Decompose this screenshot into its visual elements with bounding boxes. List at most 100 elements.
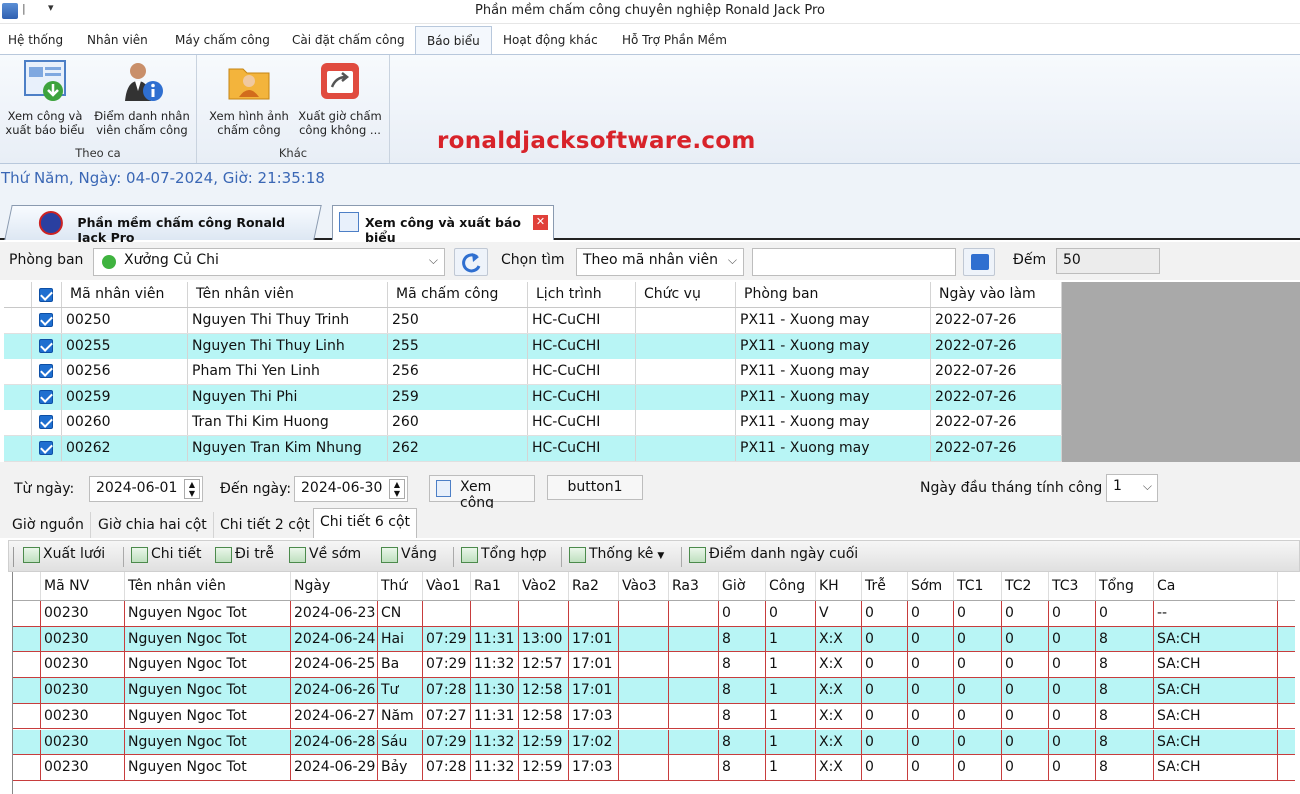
early-leave-button[interactable]: Về sớm [289, 546, 361, 563]
cell-date[interactable]: 2024-06-23 [291, 601, 378, 626]
menu-ho-tro-phan-mem[interactable]: Hỗ Trợ Phần Mềm [622, 33, 727, 47]
col-schedule[interactable]: Lịch trình [528, 282, 636, 307]
cell-employee-code[interactable]: 00250 [62, 308, 188, 333]
attendance-row[interactable]: 00230 Nguyen Ngoc Tot 2024-06-24 Hai 07:29 11… [13, 626, 1295, 653]
cell-in2[interactable]: 12:59 [519, 755, 569, 780]
cell-ot3[interactable]: 0 [1049, 703, 1096, 729]
row-select-cell[interactable] [32, 359, 62, 385]
cell-late[interactable]: 0 [862, 626, 908, 652]
statistics-dropdown[interactable]: Thống kê ▼ [569, 546, 664, 563]
cell-in1[interactable]: 07:28 [423, 755, 471, 780]
spinner-icon[interactable]: ▲ ▼ [389, 479, 405, 499]
tab-view-report[interactable]: Xem công và xuất báo biểu ✕ [332, 205, 554, 245]
row-checkbox[interactable] [39, 415, 53, 430]
cell-early[interactable]: 0 [908, 678, 954, 703]
cell-employee-name[interactable]: Tran Thi Kim Huong [188, 410, 388, 436]
cell-early[interactable]: 0 [908, 601, 954, 626]
view-attendance-report-button[interactable]: Xem công và xuất báo biểu [2, 59, 88, 137]
col-position[interactable]: Chức vụ [636, 282, 736, 307]
col-out1[interactable]: Ra1 [471, 572, 519, 600]
cell-late[interactable]: 0 [862, 729, 908, 755]
chevron-down-icon[interactable]: ⌵ [429, 253, 438, 268]
cell-position[interactable] [636, 410, 736, 436]
menu-may-cham-cong[interactable]: Máy chấm công [175, 33, 270, 47]
cell-ot3[interactable]: 0 [1049, 601, 1096, 626]
row-select-cell[interactable] [32, 308, 62, 333]
cell-employee-name[interactable]: Nguyen Thi Thuy Linh [188, 333, 388, 359]
cell-in1[interactable] [423, 601, 471, 626]
cell-weekday[interactable]: Bảy [378, 755, 423, 780]
cell-out3[interactable] [669, 652, 719, 678]
cell-code[interactable]: V [816, 601, 862, 626]
cell-out2[interactable]: 17:03 [569, 703, 619, 729]
employee-roll-call-button[interactable]: Điểm danh nhân viên chấm công [92, 59, 192, 137]
cell-ot1[interactable]: 0 [954, 601, 1002, 626]
cell-late[interactable]: 0 [862, 755, 908, 780]
row-header-cell[interactable] [4, 410, 32, 436]
cell-schedule[interactable]: HC-CuCHI [528, 359, 636, 385]
col-total[interactable]: Tổng [1096, 572, 1154, 600]
row-checkbox[interactable] [39, 364, 53, 379]
tab-home[interactable]: Phần mềm chấm công Ronald Jack Pro [4, 205, 322, 245]
absent-button[interactable]: Vắng [381, 546, 437, 563]
cell-total[interactable]: 8 [1096, 755, 1154, 780]
cell-ot1[interactable]: 0 [954, 729, 1002, 755]
col-employee-code[interactable]: Mã nhân viên [62, 282, 188, 307]
cell-name[interactable]: Nguyen Ngoc Tot [125, 626, 291, 652]
cell-in1[interactable]: 07:28 [423, 678, 471, 703]
cell-department[interactable]: PX11 - Xuong may [736, 308, 931, 333]
row-header-cell[interactable] [13, 626, 41, 652]
col-out3[interactable]: Ra3 [669, 572, 719, 600]
cell-date[interactable]: 2024-06-28 [291, 729, 378, 755]
cell-code[interactable]: X:X [816, 626, 862, 652]
cell-out2[interactable]: 17:01 [569, 652, 619, 678]
cell-position[interactable] [636, 308, 736, 333]
view-attendance-button[interactable]: Xem công [429, 475, 535, 511]
cell-weekday[interactable]: Năm [378, 703, 423, 729]
cell-in2[interactable]: 12:58 [519, 703, 569, 729]
cell-schedule[interactable]: HC-CuCHI [528, 308, 636, 333]
cell-ot3[interactable]: 0 [1049, 755, 1096, 780]
cell-name[interactable]: Nguyen Ngoc Tot [125, 729, 291, 755]
row-header-cell[interactable] [4, 359, 32, 385]
search-input[interactable] [752, 248, 956, 276]
cell-weekday[interactable]: Tư [378, 678, 423, 703]
cell-shift[interactable]: -- [1154, 601, 1278, 626]
cell-date[interactable]: 2024-06-27 [291, 703, 378, 729]
select-all-cell[interactable] [32, 282, 62, 307]
cell-code[interactable]: X:X [816, 729, 862, 755]
cell-shift[interactable]: SA:CH [1154, 678, 1278, 703]
col-workday[interactable]: Công [766, 572, 816, 600]
row-header-cell[interactable] [13, 652, 41, 678]
search-mode-select[interactable]: Theo mã nhân viên ⌵ [576, 248, 744, 276]
cell-code[interactable]: X:X [816, 678, 862, 703]
menu-bao-bieu[interactable]: Báo biểu [415, 26, 492, 55]
cell-out1[interactable]: 11:31 [471, 703, 519, 729]
cell-total[interactable]: 8 [1096, 703, 1154, 729]
attendance-row[interactable]: 00230 Nguyen Ngoc Tot 2024-06-26 Tư 07:28 11:… [13, 678, 1295, 704]
employee-row[interactable]: 00260 Tran Thi Kim Huong 260 HC-CuCHI PX11 -… [4, 410, 1062, 437]
cell-start-date[interactable]: 2022-07-26 [931, 410, 1062, 436]
cell-position[interactable] [636, 359, 736, 385]
cell-start-date[interactable]: 2022-07-26 [931, 359, 1062, 385]
cell-total[interactable]: 0 [1096, 601, 1154, 626]
cell-out2[interactable] [569, 601, 619, 626]
row-header-cell[interactable] [4, 436, 32, 461]
row-select-cell[interactable] [32, 333, 62, 359]
cell-early[interactable]: 0 [908, 755, 954, 780]
cell-attendance-code[interactable]: 262 [388, 436, 528, 461]
cell-hours[interactable]: 8 [719, 755, 766, 780]
cell-ot2[interactable]: 0 [1002, 703, 1049, 729]
from-date-picker[interactable]: 2024-06-01 ▲ ▼ [89, 476, 203, 502]
cell-department[interactable]: PX11 - Xuong may [736, 333, 931, 359]
cell-early[interactable]: 0 [908, 652, 954, 678]
spinner-icon[interactable]: ▲ ▼ [184, 479, 200, 499]
cell-ot3[interactable]: 0 [1049, 626, 1096, 652]
tab-two-column-times[interactable]: Giờ chia hai cột [92, 512, 214, 538]
cell-late[interactable]: 0 [862, 652, 908, 678]
refresh-button[interactable] [454, 248, 488, 276]
cell-total[interactable]: 8 [1096, 652, 1154, 678]
cell-department[interactable]: PX11 - Xuong may [736, 436, 931, 461]
tab-detail-2-col[interactable]: Chi tiết 2 cột [214, 512, 318, 538]
first-day-select[interactable]: 1 ⌵ [1106, 474, 1158, 502]
